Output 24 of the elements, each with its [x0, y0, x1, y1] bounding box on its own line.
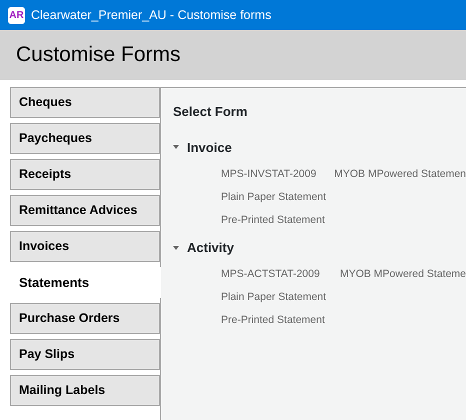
panel-heading: Select Form: [173, 103, 248, 121]
form-name[interactable]: Pre-Printed Statement: [221, 212, 341, 228]
form-tab[interactable]: Invoices: [10, 231, 160, 262]
form-name[interactable]: MPS-INVSTAT-2009: [221, 166, 334, 182]
form-tab[interactable]: Cheques: [10, 87, 160, 118]
form-name[interactable]: Pre-Printed Statement: [221, 313, 341, 329]
window-title: Clearwater_Premier_AU - Customise forms: [31, 6, 272, 24]
page-title: Customise Forms: [16, 42, 181, 68]
form-description: MYOB MPowered Stateme: [340, 267, 466, 282]
app-logo: AR: [8, 6, 25, 24]
form-tab[interactable]: Pay Slips: [10, 339, 160, 370]
form-name[interactable]: Plain Paper Statement: [221, 290, 341, 306]
form-tab[interactable]: Receipts: [10, 159, 160, 190]
form-tab[interactable]: Paycheques: [10, 123, 160, 154]
group-name: Invoice: [187, 138, 232, 156]
form-tab[interactable]: Mailing Labels: [10, 375, 160, 406]
form-description: MYOB MPowered Statemen: [334, 166, 466, 182]
caret-icon[interactable]: [173, 246, 179, 250]
form-name[interactable]: MPS-ACTSTAT-2009: [221, 267, 340, 283]
form-tab[interactable]: Remittance Advices: [10, 195, 160, 226]
group-name: Activity: [187, 239, 234, 257]
form-name[interactable]: Plain Paper Statement: [221, 190, 341, 206]
caret-icon[interactable]: [173, 145, 179, 150]
form-tab[interactable]: Purchase Orders: [10, 303, 160, 334]
